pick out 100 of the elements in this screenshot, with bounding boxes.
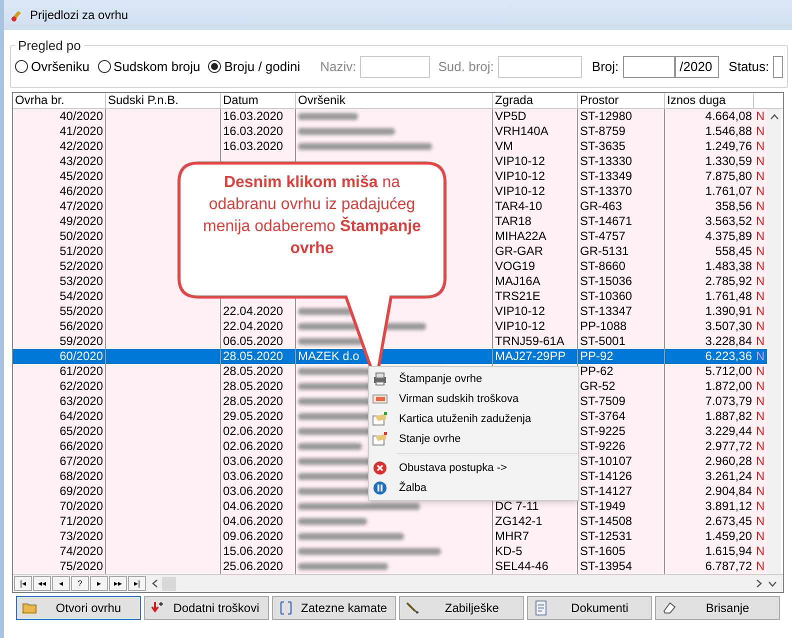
- table-cell: 2.977,72: [705, 439, 752, 453]
- table-cell: ST-13370: [580, 184, 632, 198]
- table-cell: N: [756, 514, 765, 528]
- table-cell: N: [756, 454, 765, 468]
- table-cell: TRNJ59-61A: [495, 334, 564, 348]
- table-cell: 2.785,92: [705, 274, 752, 288]
- radio-label: Ovršeniku: [31, 58, 90, 76]
- table-cell: N: [756, 439, 765, 453]
- table-cell: PP-62: [580, 364, 614, 378]
- table-cell: VIP10-12: [495, 319, 546, 333]
- table-cell: N: [756, 244, 765, 258]
- table-cell: N: [756, 289, 765, 303]
- table-cell: N: [756, 349, 765, 363]
- field-label: Status:: [728, 58, 770, 76]
- table-cell: N: [756, 544, 765, 558]
- table-cell: 1.459,20: [705, 529, 752, 543]
- table-cell: 41/2020: [60, 124, 103, 138]
- table-cell: 16.03.2020: [223, 124, 284, 138]
- table-cell: 7.073,79: [705, 394, 752, 408]
- table-cell: GR-GAR: [495, 244, 543, 258]
- table-cell: N: [756, 274, 765, 288]
- table-cell: 51/2020: [60, 244, 103, 258]
- table-cell: ST-12531: [580, 529, 632, 543]
- table-cell: 3.261,24: [705, 469, 752, 483]
- table-cell: N: [756, 424, 765, 438]
- table-cell: N: [756, 214, 765, 228]
- table-cell: 52/2020: [60, 259, 103, 273]
- table-cell: ST-10107: [580, 454, 632, 468]
- table-cell: 49/2020: [60, 214, 103, 228]
- table-cell: ST-10360: [580, 289, 632, 303]
- table-cell: ST-8660: [580, 259, 626, 273]
- table-cell: ST-8759: [580, 124, 626, 138]
- table-cell: ST-12980: [580, 109, 632, 123]
- table-cell: N: [756, 394, 765, 408]
- table-cell: 60/2020: [60, 349, 103, 363]
- table-cell: 1.872,00: [705, 379, 752, 393]
- table-cell: N: [756, 484, 765, 498]
- table-cell: 1.761,48: [705, 289, 752, 303]
- field-label: Broj:: [592, 58, 619, 76]
- table-cell: 53/2020: [60, 274, 103, 288]
- table-cell: 22.04.2020: [223, 304, 284, 318]
- table-cell: 28.05.2020: [223, 379, 284, 393]
- table-cell: 29.05.2020: [223, 409, 284, 423]
- table-cell: 1.330,59: [705, 154, 752, 168]
- table-cell: ZG142-1: [495, 514, 542, 528]
- table-cell: 09.06.2020: [223, 529, 284, 543]
- radio-label: Sudskom broju: [114, 58, 200, 76]
- table-cell: ST-1949: [580, 499, 626, 513]
- table-cell: 5.712,00: [705, 364, 752, 378]
- table-cell: 28.05.2020: [223, 394, 284, 408]
- table-cell: 42/2020: [60, 139, 103, 153]
- table-cell: VIP10-12: [495, 304, 546, 318]
- table-cell: 28.05.2020: [223, 349, 284, 363]
- table-cell: 71/2020: [60, 514, 103, 528]
- table-cell: PP-92: [580, 349, 614, 363]
- table-cell: VIP10-12: [495, 154, 546, 168]
- table-cell: 3.563,52: [705, 214, 752, 228]
- table-cell: 43/2020: [60, 154, 103, 168]
- table-cell: ST-14671: [580, 214, 632, 228]
- table-cell: 66/2020: [60, 439, 103, 453]
- table-cell: KD-5: [495, 544, 522, 558]
- table-cell: N: [756, 319, 765, 333]
- table-cell: ST-13330: [580, 154, 632, 168]
- table-cell: N: [756, 304, 765, 318]
- table-cell: 56/2020: [60, 319, 103, 333]
- table-cell: 04.06.2020: [223, 514, 284, 528]
- table-cell: ST-14127: [580, 484, 632, 498]
- table-cell: 16.03.2020: [223, 109, 284, 123]
- table-cell: 68/2020: [60, 469, 103, 483]
- group-label: Pregled po: [17, 37, 82, 55]
- table-cell: N: [756, 184, 765, 198]
- field-label: Naziv:: [320, 58, 356, 76]
- table-cell: MHR7: [495, 529, 530, 543]
- table-cell: 75/2020: [60, 559, 103, 573]
- table-cell: N: [756, 334, 765, 348]
- table-cell: 3.891,12: [705, 499, 752, 513]
- table-cell: N: [756, 229, 765, 243]
- table-cell: ST-9226: [580, 439, 626, 453]
- table-cell: 7.875,80: [705, 169, 752, 183]
- table-cell: 54/2020: [60, 289, 103, 303]
- table-cell: N: [756, 559, 765, 573]
- table-cell: SEL44-46: [495, 559, 548, 573]
- table-cell: 1.761,07: [705, 184, 752, 198]
- table-cell: GR-463: [580, 199, 622, 213]
- table-cell: 67/2020: [60, 454, 103, 468]
- table-cell: MAJ16A: [495, 274, 540, 288]
- table-cell: 358,56: [715, 199, 752, 213]
- field-label: Sud. broj:: [438, 58, 494, 76]
- table-cell: 04.06.2020: [223, 499, 284, 513]
- table-cell: MAZEK d.o: [298, 349, 360, 363]
- table-cell: 6.787,72: [705, 559, 752, 573]
- table-cell: N: [756, 139, 765, 153]
- table-cell: 61/2020: [60, 364, 103, 378]
- table-cell: N: [756, 379, 765, 393]
- table-cell: 28.05.2020: [223, 364, 284, 378]
- table-cell: N: [756, 154, 765, 168]
- table-cell: 22.04.2020: [223, 319, 284, 333]
- table-cell: 25.06.2020: [223, 559, 284, 573]
- table-cell: 40/2020: [60, 109, 103, 123]
- table-cell: VM: [495, 139, 513, 153]
